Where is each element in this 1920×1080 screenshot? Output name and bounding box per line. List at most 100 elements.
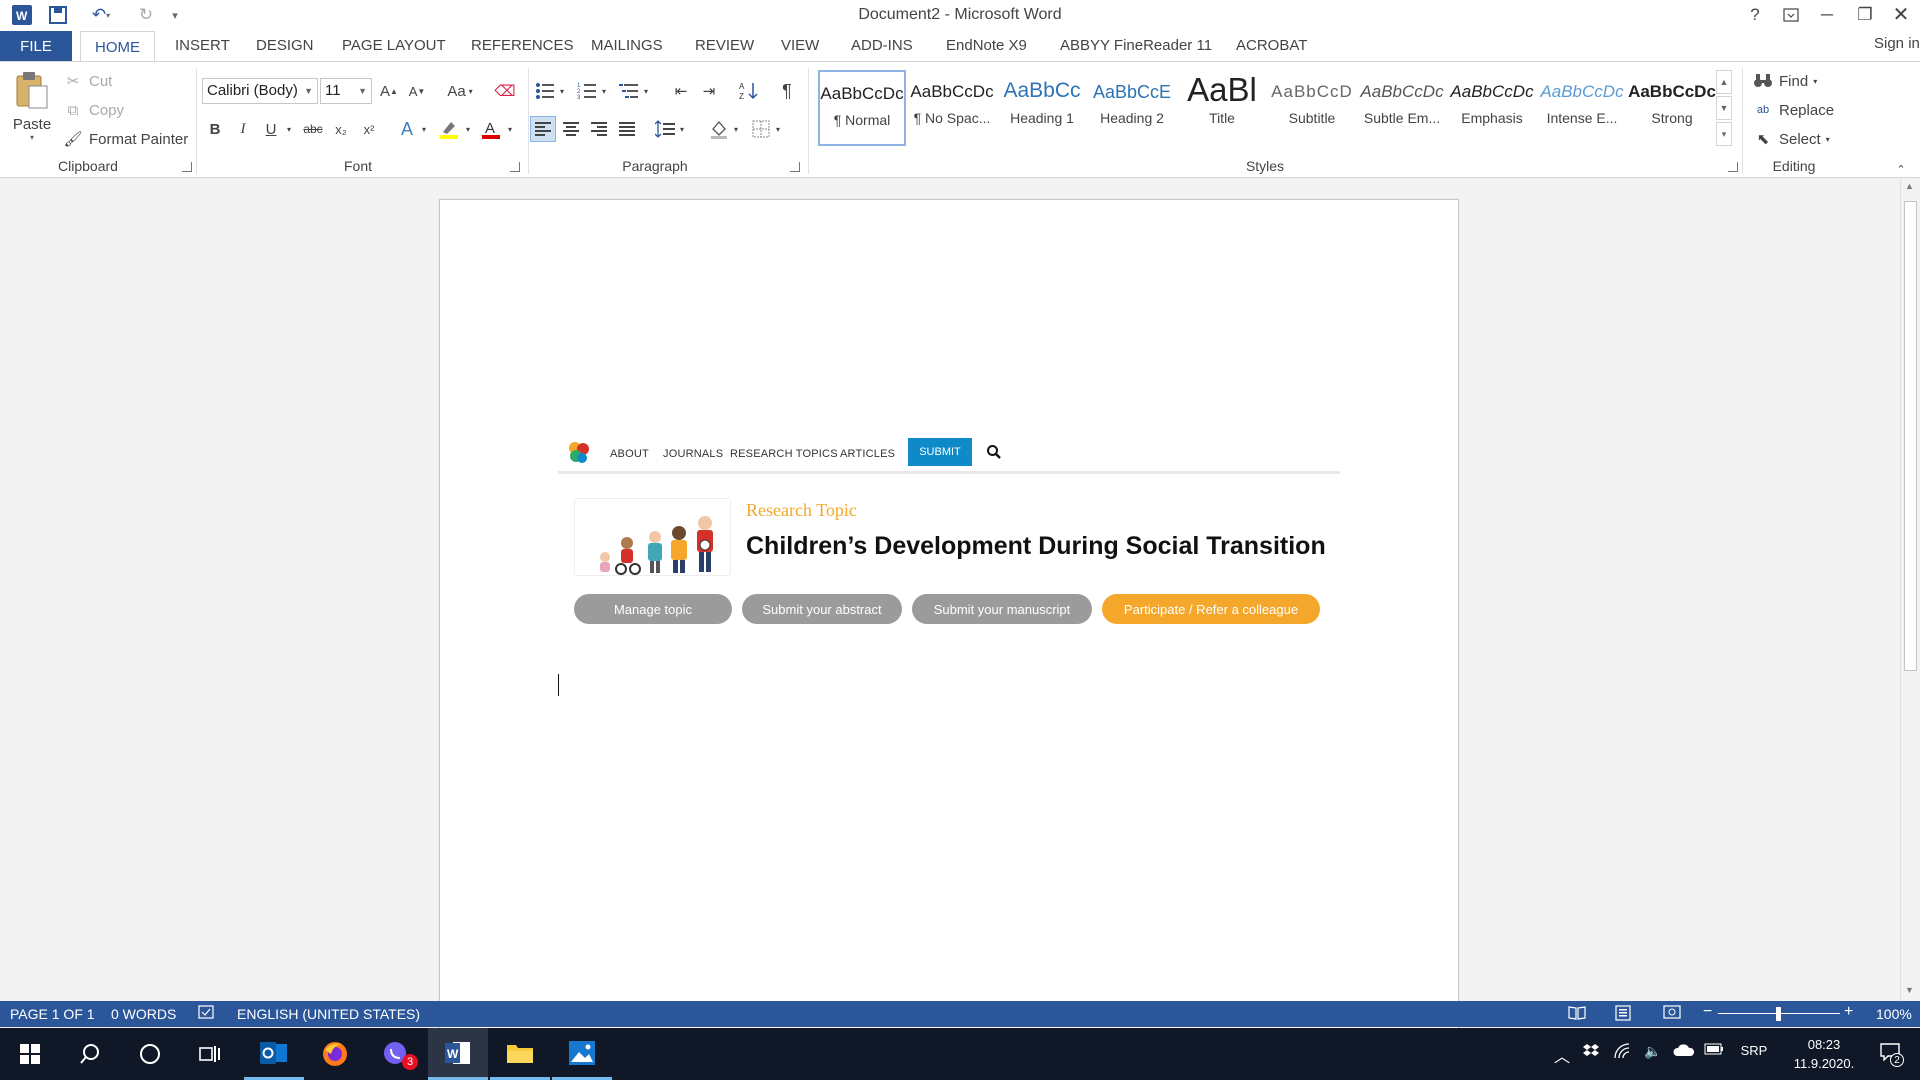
cortana-icon[interactable]	[120, 1028, 180, 1080]
style-intense-emphasis[interactable]: AaBbCcDc Intense E...	[1538, 70, 1626, 146]
decrease-indent-icon[interactable]: ⇤	[668, 78, 694, 104]
save-icon[interactable]	[46, 3, 70, 27]
tab-home[interactable]: HOME	[80, 31, 155, 62]
close-button[interactable]: ✕	[1882, 0, 1920, 29]
style-normal[interactable]: AaBbCcDc ¶ Normal	[818, 70, 906, 146]
redo-icon[interactable]: ↻	[134, 3, 158, 27]
restore-button[interactable]: ❐	[1846, 0, 1884, 29]
align-right-icon[interactable]	[586, 116, 612, 142]
font-color-icon[interactable]: A	[478, 116, 504, 142]
paste-dropdown-icon[interactable]: ▾	[30, 133, 34, 142]
viber-taskbar-icon[interactable]: 3	[366, 1028, 426, 1080]
tab-mailings[interactable]: MAILINGS	[591, 37, 663, 54]
change-case-button[interactable]: Aa ▾	[440, 78, 480, 104]
clipboard-dialog-launcher-icon[interactable]	[182, 162, 192, 172]
volume-icon[interactable]: 🔈	[1642, 1043, 1664, 1060]
vertical-scrollbar[interactable]: ▲ ▼	[1900, 179, 1920, 1001]
bullets-icon[interactable]	[532, 78, 558, 104]
input-language-indicator[interactable]: SRP	[1736, 1043, 1772, 1058]
onedrive-icon[interactable]	[1672, 1043, 1696, 1057]
font-dialog-launcher-icon[interactable]	[510, 162, 520, 172]
style-no-spacing[interactable]: AaBbCcDc ¶ No Spac...	[908, 70, 996, 146]
photos-taskbar-icon[interactable]	[552, 1028, 612, 1080]
search-icon[interactable]	[60, 1028, 120, 1080]
replace-button[interactable]: ab Replace	[1752, 99, 1834, 121]
print-layout-icon[interactable]	[1614, 1005, 1632, 1024]
underline-options-icon[interactable]: ▾	[282, 116, 296, 142]
bold-button[interactable]: B	[202, 116, 228, 142]
highlight-color-icon[interactable]	[436, 116, 462, 142]
undo-icon[interactable]: ↶ ▾	[84, 3, 118, 27]
styles-more-icon[interactable]: ▾	[1716, 122, 1732, 146]
style-subtitle[interactable]: AaBbCcD Subtitle	[1268, 70, 1356, 146]
shading-icon[interactable]	[706, 116, 732, 142]
strikethrough-button[interactable]: abc	[300, 116, 326, 142]
read-mode-icon[interactable]	[1568, 1005, 1586, 1024]
increase-indent-icon[interactable]: ⇥	[696, 78, 722, 104]
tab-review[interactable]: REVIEW	[695, 37, 754, 54]
numbering-icon[interactable]: 123	[574, 78, 600, 104]
paste-button[interactable]: Paste ▾	[8, 70, 56, 142]
paragraph-dialog-launcher-icon[interactable]	[790, 162, 800, 172]
ribbon-display-options-icon[interactable]	[1772, 0, 1810, 29]
dropbox-icon[interactable]	[1580, 1043, 1602, 1059]
font-size-select[interactable]: 11 ▼	[320, 78, 372, 104]
subscript-button[interactable]: x₂	[328, 116, 354, 142]
word-count[interactable]: 0 WORDS	[111, 1006, 176, 1022]
firefox-taskbar-icon[interactable]	[305, 1028, 365, 1080]
text-effects-options-icon[interactable]: ▾	[418, 116, 430, 142]
clear-formatting-icon[interactable]: ⌫	[492, 78, 518, 104]
shading-options-icon[interactable]: ▾	[730, 116, 742, 142]
select-button[interactable]: ⬉ Select ▾	[1752, 128, 1830, 150]
justify-icon[interactable]	[614, 116, 640, 142]
zoom-in-button[interactable]: +	[1844, 1003, 1853, 1021]
numbering-options-icon[interactable]: ▾	[598, 78, 610, 104]
sort-icon[interactable]: AZ	[736, 78, 762, 104]
style-heading-1[interactable]: AaBbCc Heading 1	[998, 70, 1086, 146]
copy-button[interactable]: ⧉ Copy	[62, 99, 124, 121]
proofing-icon[interactable]	[198, 1005, 216, 1024]
tab-file[interactable]: FILE	[0, 31, 72, 62]
style-strong[interactable]: AaBbCcDc Strong	[1628, 70, 1716, 146]
styles-dialog-launcher-icon[interactable]	[1728, 162, 1738, 172]
style-emphasis[interactable]: AaBbCcDc Emphasis	[1448, 70, 1536, 146]
outlook-taskbar-icon[interactable]	[244, 1028, 304, 1080]
find-button[interactable]: Find ▾	[1752, 70, 1817, 92]
tab-design[interactable]: DESIGN	[256, 37, 314, 54]
tab-page-layout[interactable]: PAGE LAYOUT	[342, 37, 446, 54]
superscript-button[interactable]: x²	[356, 116, 382, 142]
styles-scroll-up-icon[interactable]: ▲	[1716, 70, 1732, 94]
action-center-icon[interactable]: 2	[1874, 1043, 1906, 1067]
borders-icon[interactable]	[748, 116, 774, 142]
line-spacing-options-icon[interactable]: ▾	[676, 116, 688, 142]
tab-references[interactable]: REFERENCES	[471, 37, 574, 54]
network-icon[interactable]	[1612, 1043, 1634, 1059]
help-button[interactable]: ?	[1736, 0, 1774, 29]
tab-abbyy[interactable]: ABBYY FineReader 11	[1060, 37, 1212, 54]
tab-endnote[interactable]: EndNote X9	[946, 37, 1027, 54]
underline-button[interactable]: U	[258, 116, 284, 142]
scroll-down-icon[interactable]: ▼	[1905, 985, 1914, 995]
tab-add-ins[interactable]: ADD-INS	[851, 37, 913, 54]
multilevel-options-icon[interactable]: ▾	[640, 78, 652, 104]
scroll-up-icon[interactable]: ▲	[1905, 181, 1914, 191]
tab-insert[interactable]: INSERT	[175, 37, 230, 54]
web-layout-icon[interactable]	[1663, 1005, 1681, 1024]
bullets-options-icon[interactable]: ▾	[556, 78, 568, 104]
document-page[interactable]: ABOUT JOURNALS RESEARCH TOPICS ARTICLES …	[439, 199, 1459, 1029]
style-title[interactable]: AaBl Title	[1178, 70, 1266, 146]
multilevel-list-icon[interactable]	[616, 78, 642, 104]
font-color-options-icon[interactable]: ▾	[504, 116, 516, 142]
word-taskbar-icon[interactable]: W	[428, 1028, 488, 1080]
style-heading-2[interactable]: AaBbCcE Heading 2	[1088, 70, 1176, 146]
show-formatting-marks-icon[interactable]: ¶	[774, 78, 800, 104]
styles-scroll-down-icon[interactable]: ▼	[1716, 96, 1732, 120]
align-left-icon[interactable]	[530, 116, 556, 142]
cut-button[interactable]: ✂ Cut	[62, 70, 113, 92]
task-view-icon[interactable]	[180, 1028, 240, 1080]
highlight-options-icon[interactable]: ▾	[462, 116, 474, 142]
font-family-select[interactable]: Calibri (Body) ▼	[202, 78, 318, 104]
file-explorer-taskbar-icon[interactable]	[490, 1028, 550, 1080]
battery-icon[interactable]	[1703, 1043, 1725, 1055]
sign-in-link[interactable]: Sign in	[1874, 35, 1920, 52]
